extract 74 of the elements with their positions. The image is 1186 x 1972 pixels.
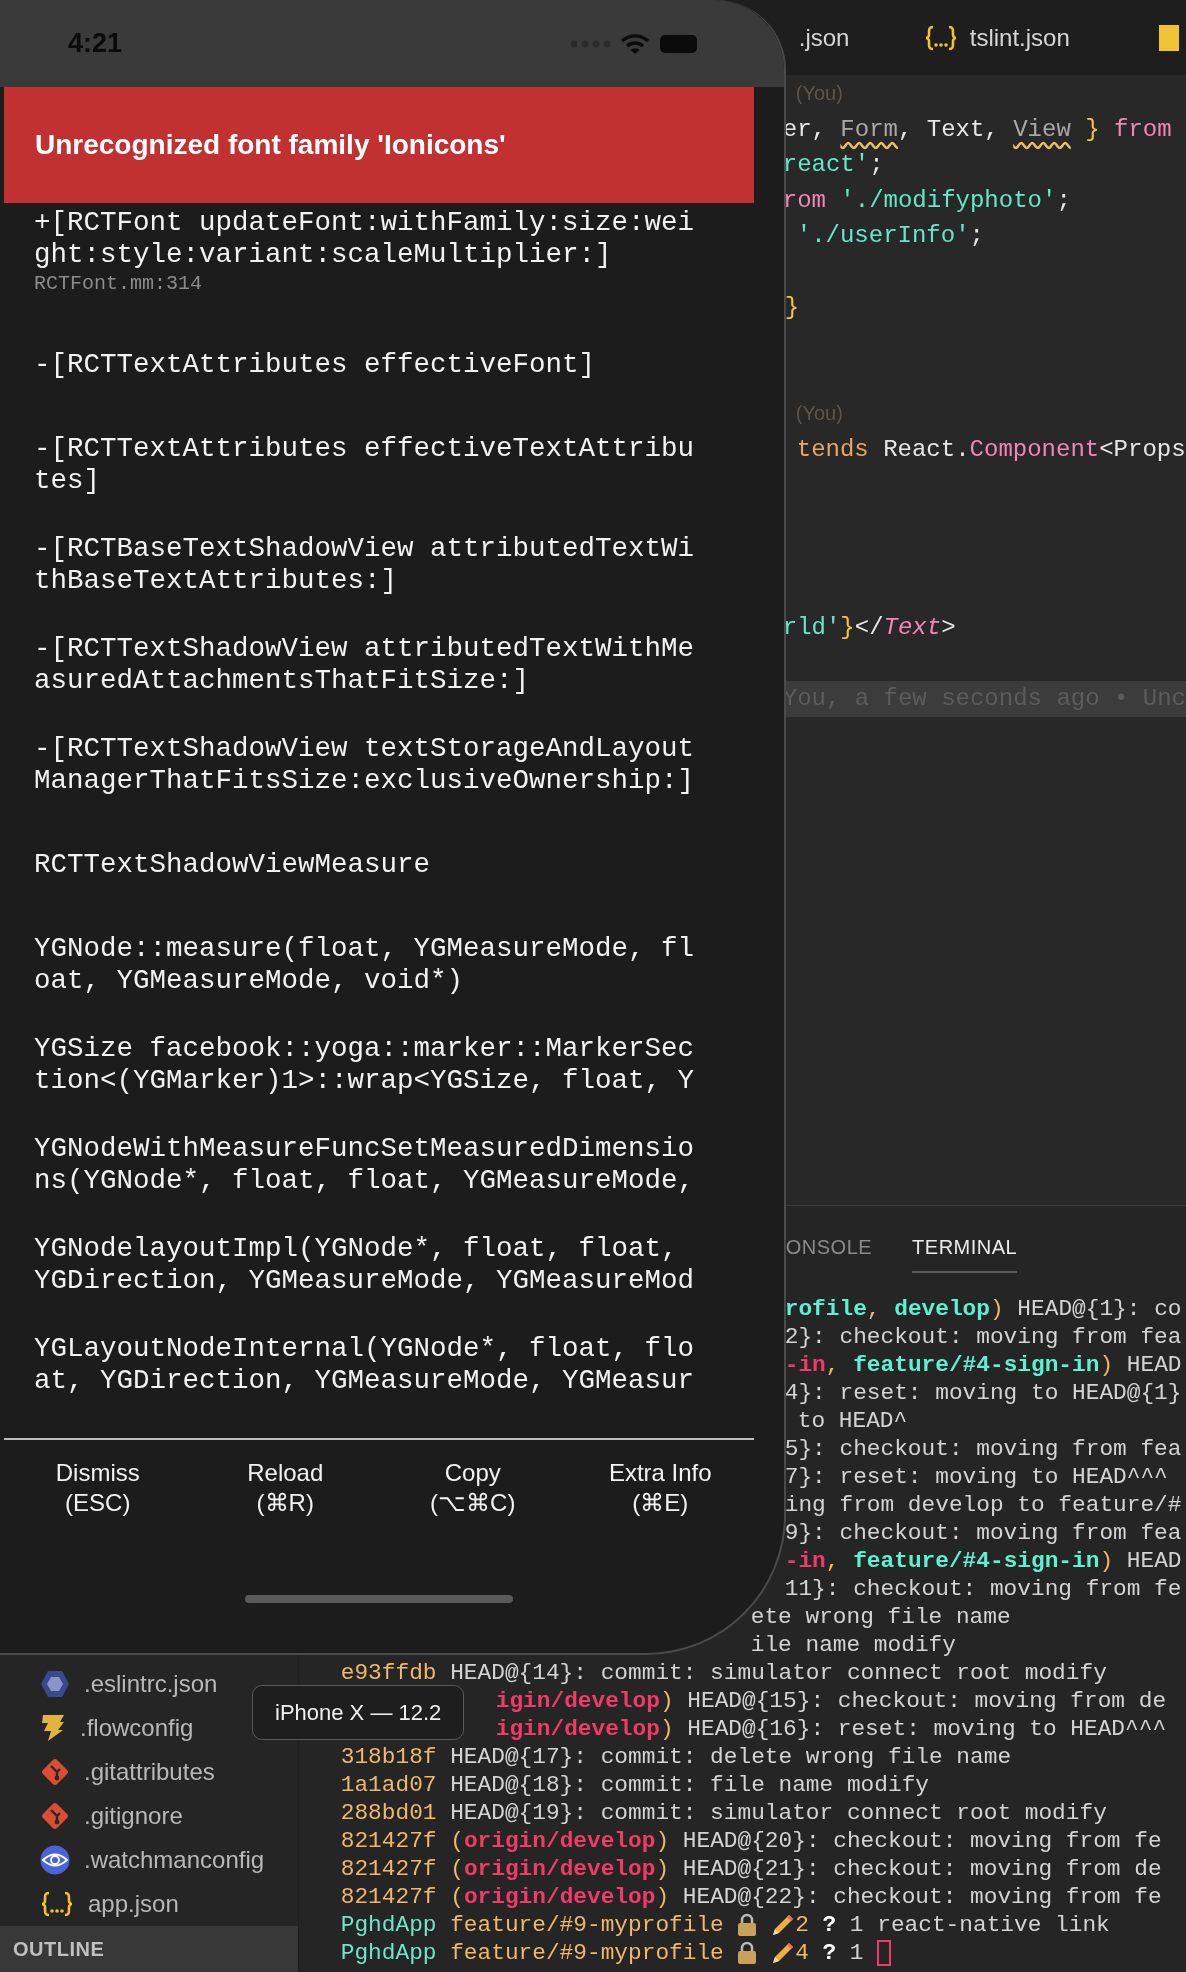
lock-icon	[737, 1913, 758, 1937]
editor-tab[interactable]: tslint.json	[913, 0, 1159, 75]
lock-icon	[737, 1941, 758, 1965]
stack-frame-text: YGNode::measure(float, YGMeasureMode, float, YGMeasureMode, void*)	[34, 933, 695, 997]
terminal-text: 4	[795, 1939, 809, 1967]
bolt-icon	[40, 1714, 66, 1742]
file-item[interactable]: .gitignore	[40, 1794, 189, 1838]
terminal-line: 821427f (origin/develop) HEAD@{22}: checkout: moving from fe	[340, 1883, 1162, 1911]
terminal-line: ete wrong file name	[750, 1603, 1011, 1631]
terminal-text: 1	[849, 1939, 864, 1967]
file-item[interactable]: .flowconfig	[40, 1706, 200, 1750]
terminal-text: feature/#9-myprofile	[450, 1911, 724, 1939]
file-item[interactable]: .watchmanconfig	[40, 1838, 271, 1882]
text-cursor	[877, 1940, 892, 1966]
action-button[interactable]: Dismiss (ESC)	[49, 1458, 146, 1518]
stack-frame-text: -[RCTTextShadowView attributedTextWithMeasuredAttachmentsThatFitSize:]	[34, 633, 695, 697]
braces-icon	[923, 23, 958, 52]
action-button[interactable]: Reload (⌘R)	[241, 1458, 330, 1518]
stack-frame-text: YGLayoutNodeInternal(YGNode*, float, float, YGDirection, YGMeasureMode, YGMeasur	[34, 1333, 695, 1397]
terminal-text: ?	[822, 1911, 837, 1939]
terminal-text: PghdApp	[340, 1939, 437, 1967]
pencil-icon	[771, 1941, 796, 1965]
terminal-line: ile name modify	[750, 1631, 956, 1659]
eye-icon	[40, 1845, 70, 1875]
stack-frame-text: YGSize facebook::yoga::marker::MarkerSection<(YGMarker)1>::wrap<YGSize, float, Y	[34, 1033, 695, 1097]
terminal-text: feature/#9-myprofile	[450, 1939, 724, 1967]
terminal-line: rofile, develop) HEAD@{1}: co	[784, 1295, 1182, 1323]
device-label: iPhone X — 12.2	[252, 1685, 465, 1740]
stack-frame-text: -[RCTBaseTextShadowView attributedTextWithBaseTextAttributes:]	[34, 533, 695, 597]
section-header[interactable]: OUTLINE	[0, 1926, 298, 1972]
terminal-line: 318b18f HEAD@{17}: commit: delete wrong file name	[340, 1743, 1012, 1771]
terminal-line: 4}: reset: moving to HEAD@{1}	[784, 1379, 1182, 1407]
file-item[interactable]: app.json	[40, 1882, 185, 1926]
terminal-line: ing from develop to feature/#	[784, 1491, 1182, 1519]
panel-tab[interactable]: TERMINAL	[912, 1232, 1018, 1273]
terminal-line: to HEAD^	[797, 1407, 908, 1435]
terminal-line: -in, feature/#4-sign-in) HEAD	[784, 1547, 1182, 1575]
terminal-text: PghdApp	[340, 1911, 437, 1939]
stack-frame-text: RCTTextShadowViewMeasure	[34, 849, 432, 881]
file-item[interactable]: .eslintrc.json	[40, 1662, 224, 1706]
terminal-line: 288bd01 HEAD@{19}: commit: simulator connect root modify	[340, 1799, 1107, 1827]
panel-tab[interactable]: ONSOLE	[785, 1232, 873, 1273]
terminal-text: ?	[822, 1939, 837, 1967]
terminal-line: igin/develop) HEAD@{16}: reset: moving to HEAD^^^	[495, 1715, 1167, 1743]
stack-frame-text: -[RCTTextAttributes effectiveTextAttributes]	[34, 433, 695, 497]
terminal-line: igin/develop) HEAD@{15}: checkout: moving from de	[495, 1687, 1167, 1715]
terminal-line: 1a1ad07 HEAD@{18}: commit: file name modify	[340, 1771, 929, 1799]
terminal-line: -in, feature/#4-sign-in) HEAD	[784, 1351, 1182, 1379]
terminal-line: 5}: checkout: moving from fea	[784, 1435, 1182, 1463]
braces-icon	[40, 1890, 74, 1918]
wifi-icon	[620, 32, 650, 55]
stack-frame-text: +[RCTFont updateFont:withFamily:size:weight:style:variant:scaleMultiplier:]	[34, 207, 695, 271]
hexagon-icon	[40, 1670, 70, 1698]
terminal-text: 2	[795, 1911, 809, 1939]
terminal-line: 11}: checkout: moving from fe	[784, 1575, 1182, 1603]
stack-frame-text: YGNodelayoutImpl(YGNode*, float, float, YGDirection, YGMeasureMode, YGMeasureMod	[34, 1233, 695, 1297]
terminal-line: 821427f (origin/develop) HEAD@{20}: checkout: moving from fe	[340, 1827, 1162, 1855]
error-title: Unrecognized font family 'Ionicons'	[35, 128, 506, 162]
stack-frame-text: YGNodeWithMeasureFuncSetMeasuredDimensions(YGNode*, float, float, YGMeasureMode,	[34, 1133, 695, 1197]
terminal-line: e93ffdb HEAD@{14}: commit: simulator connect root modify	[340, 1659, 1107, 1687]
terminal-line: 821427f (origin/develop) HEAD@{21}: checkout: moving from de	[340, 1855, 1162, 1883]
file-item[interactable]: .gitattributes	[40, 1750, 221, 1794]
pencil-icon	[771, 1913, 796, 1937]
file-location: RCTFont.mm:314	[34, 271, 203, 297]
file-icon	[1158, 24, 1179, 51]
terminal-line: 7}: reset: moving to HEAD^^^	[784, 1463, 1168, 1491]
terminal-text: 1 react-native link	[849, 1911, 1110, 1939]
action-button[interactable]: Copy (⌥⌘C)	[424, 1458, 522, 1518]
action-button[interactable]: Extra Info (⌘E)	[602, 1458, 718, 1518]
stack-frame-text: -[RCTTextShadowView textStorageAndLayoutManagerThatFitsSize:exclusiveOwnership:]	[34, 733, 695, 797]
terminal-line: 2}: checkout: moving from fea	[784, 1323, 1182, 1351]
terminal-line: 9}: checkout: moving from fea	[784, 1519, 1182, 1547]
stack-frame-text: -[RCTTextAttributes effectiveFont]	[34, 349, 597, 381]
editor-tab[interactable]: .json	[788, 0, 914, 75]
